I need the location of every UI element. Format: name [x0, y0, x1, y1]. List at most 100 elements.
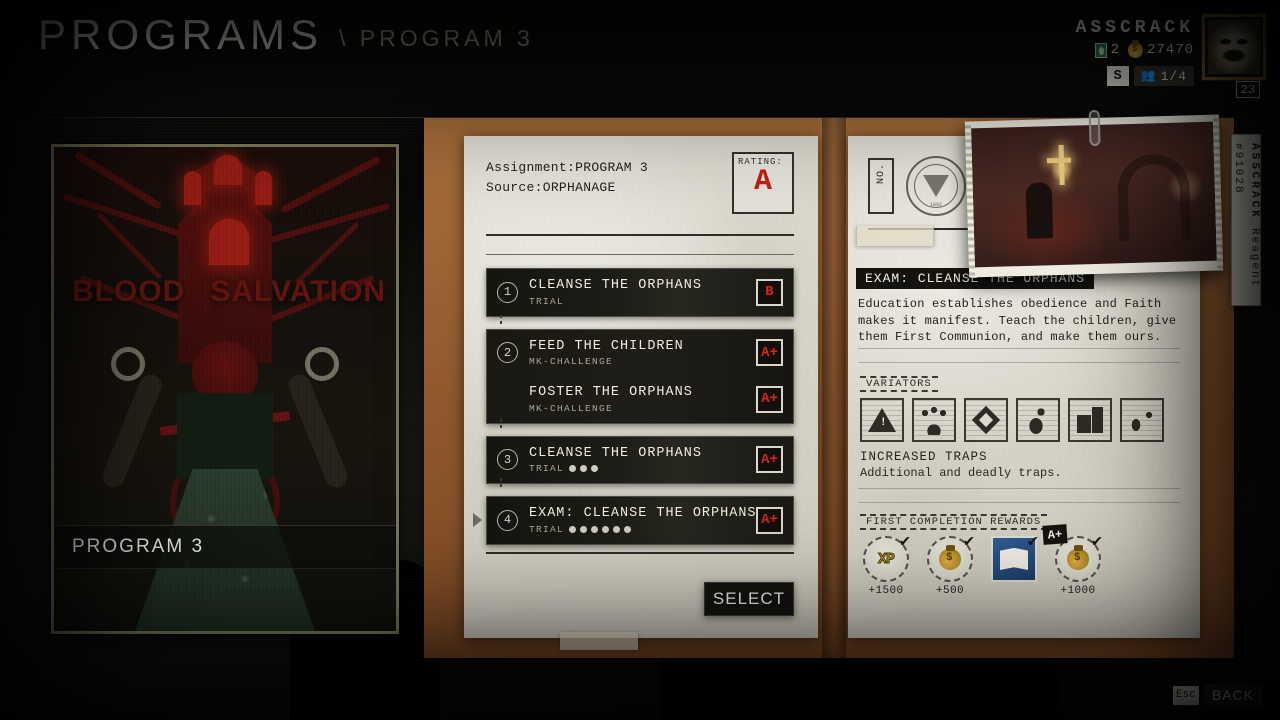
- money-bag-glyph: [939, 544, 961, 570]
- difficulty-dot: [591, 525, 599, 533]
- mission-subtitle: TRIAL: [529, 524, 748, 535]
- paperclip-icon: [1088, 109, 1101, 147]
- difficulty-dot: [580, 525, 588, 533]
- side-tab[interactable]: ASSCRACK Reagent #91028: [1231, 134, 1261, 306]
- mission-text: FOSTER THE ORPHANS MK-CHALLENGE: [529, 385, 748, 414]
- player-hud: ASSCRACK 2 27470 S 👥 1/4 23: [1006, 8, 1266, 98]
- rewards-row: XP✔+1500✔+500✔A+✔+1000: [860, 524, 1104, 597]
- figure-icon-glyph: [1023, 405, 1053, 435]
- flask-icon-glyph: [1127, 405, 1157, 435]
- building-icon[interactable]: [1068, 398, 1112, 442]
- rewards-header: FIRST COMPLETION REWARDS: [860, 514, 1048, 530]
- mission-card[interactable]: 2 FEED THE CHILDREN MK-CHALLENGE A+ FOSTER T…: [486, 328, 794, 424]
- currency-row: 2 27470: [1094, 39, 1194, 58]
- tape-strip: [856, 226, 934, 246]
- breadcrumb-current: \ PROGRAM 3: [339, 25, 534, 51]
- page-title: PROGRAMS: [38, 11, 324, 58]
- reward-amount: +1500: [868, 585, 904, 597]
- hazard-triangle-icon-shape: [868, 408, 896, 432]
- crowd-icon-shape: [919, 405, 949, 435]
- page-divider: [486, 552, 794, 554]
- reward-check-icon: ✔: [1091, 533, 1102, 552]
- mission-subtitle: TRIAL: [529, 463, 748, 474]
- side-tab-text: ASSCRACK Reagent #91028: [1230, 143, 1263, 305]
- mission-row[interactable]: 2 FEED THE CHILDREN MK-CHALLENGE A+: [487, 330, 793, 377]
- diamond-icon-glyph: [971, 405, 1001, 435]
- reward-amount: +500: [935, 585, 964, 597]
- mission-subtitle-label: TRIAL: [529, 523, 565, 535]
- ruled-line: [858, 362, 1180, 363]
- variators-header: VARIATORS: [860, 376, 938, 392]
- photo-cross-icon: [1046, 157, 1072, 164]
- dossier-left-page: Assignment:PROGRAM 3 Source:ORPHANAGE RA…: [464, 136, 818, 638]
- seal-triangle-icon: [923, 175, 949, 197]
- difficulty-dot: [613, 525, 621, 533]
- mission-card[interactable]: 4 EXAM: CLEANSE THE ORPHANS TRIAL A+: [473, 496, 794, 545]
- hazard-triangle-icon[interactable]: [860, 398, 904, 442]
- mission-description: Education establishes obedience and Fait…: [858, 297, 1177, 345]
- photo-figure: [1025, 181, 1054, 239]
- mission-grade-badge: A+: [756, 385, 783, 413]
- mission-difficulty-dots: [569, 465, 599, 473]
- ruled-line: [858, 502, 1180, 503]
- mission-number: 2: [497, 342, 518, 364]
- crowd-icon[interactable]: [912, 398, 956, 442]
- mission-card[interactable]: 1 CLEANSE THE ORPHANS TRIAL B: [486, 268, 794, 317]
- mission-text: CLEANSE THE ORPHANS TRIAL: [529, 446, 748, 475]
- mission-grade-badge: A+: [756, 446, 783, 474]
- building-icon-shape: [1077, 407, 1103, 433]
- mission-row[interactable]: 1 CLEANSE THE ORPHANS TRIAL B: [487, 269, 793, 316]
- mission-title: FEED THE CHILDREN: [529, 338, 684, 354]
- ruled-line: [858, 348, 1180, 349]
- page-divider: [486, 254, 794, 255]
- money-bag-glyph: [1067, 544, 1089, 570]
- money-amount: 27470: [1146, 42, 1194, 58]
- mission-title: CLEANSE THE ORPHANS: [529, 445, 702, 461]
- mission-connector: [500, 315, 502, 327]
- select-button[interactable]: SELECT: [704, 582, 794, 616]
- page-divider: [486, 234, 794, 236]
- figure-icon[interactable]: [1016, 398, 1060, 442]
- crowd-icon-glyph: [919, 405, 949, 435]
- mission-text: FEED THE CHILDREN MK-CHALLENGE: [529, 339, 748, 368]
- mission-row[interactable]: 3 CLEANSE THE ORPHANS TRIAL A+: [487, 437, 793, 484]
- avatar[interactable]: [1202, 14, 1266, 80]
- photo-arch: [1117, 152, 1192, 241]
- party-count: 1/4: [1160, 68, 1187, 84]
- mission-card[interactable]: 3 CLEANSE THE ORPHANS TRIAL A+: [486, 435, 794, 485]
- difficulty-dot: [591, 465, 599, 473]
- assignment-label: Assignment:: [486, 160, 576, 175]
- corporation-seal-icon: 1892: [906, 156, 966, 216]
- mission-row[interactable]: FOSTER THE ORPHANS MK-CHALLENGE A+: [487, 376, 793, 423]
- reward-item: ✔: [988, 534, 1040, 597]
- mission-subtitle: MK-CHALLENGE: [529, 403, 748, 414]
- mission-list: 1 CLEANSE THE ORPHANS TRIAL B 2 FEED THE CHIL…: [473, 268, 794, 557]
- tape-strip: [560, 632, 638, 650]
- rank-badge: S: [1106, 66, 1129, 86]
- ruled-line: [858, 488, 1180, 489]
- diamond-icon[interactable]: [964, 398, 1008, 442]
- mission-subtitle: TRIAL: [529, 296, 748, 307]
- number-box: NO.: [868, 158, 894, 214]
- mission-photo: [964, 109, 1224, 278]
- side-tab-name: ASSCRACK: [1248, 143, 1261, 220]
- avatar-face-icon: [1208, 20, 1260, 74]
- flask-icon[interactable]: [1120, 398, 1164, 442]
- mission-row[interactable]: 4 EXAM: CLEANSE THE ORPHANS TRIAL A+: [487, 497, 793, 544]
- poster-label: PROGRAM 3: [54, 525, 396, 569]
- party-indicator: 👥 1/4: [1133, 66, 1194, 86]
- program-poster[interactable]: BLOOD SALVATION PROGRAM 3: [51, 144, 399, 634]
- esc-key-icon: Esc: [1172, 685, 1199, 705]
- back-prompt[interactable]: Esc BACK: [1172, 684, 1262, 706]
- reward-item: ✔ +500: [924, 534, 976, 597]
- seal-inner: 1892: [914, 164, 958, 208]
- reward-item: A+ ✔ +1000: [1042, 524, 1104, 597]
- player-name: ASSCRACK: [1075, 18, 1194, 38]
- assignment-line: Assignment:PROGRAM 3: [486, 158, 648, 178]
- variators-row: [860, 398, 1164, 442]
- mission-title: FOSTER THE ORPHANS: [529, 385, 693, 401]
- reward-check-icon: ✔: [899, 533, 910, 552]
- flask-icon-shape: [1127, 405, 1157, 435]
- back-button[interactable]: BACK: [1203, 684, 1262, 706]
- mission-title: CLEANSE THE ORPHANS: [529, 278, 702, 293]
